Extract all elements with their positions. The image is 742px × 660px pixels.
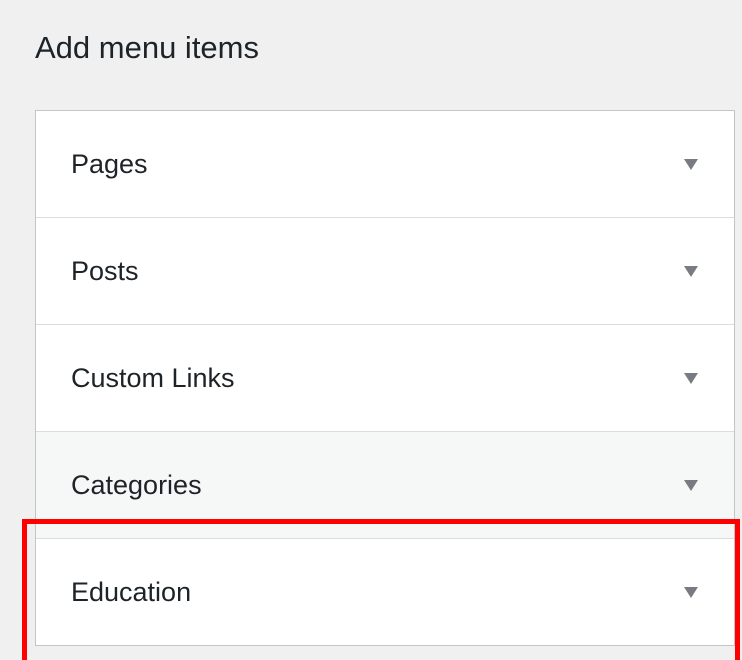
accordion-section-categories[interactable]: Categories xyxy=(36,431,734,538)
section-label-pages: Pages xyxy=(71,149,148,179)
panel-title: Add menu items xyxy=(35,30,259,65)
caret-down-icon[interactable] xyxy=(684,373,698,384)
accordion-section-posts[interactable]: Posts xyxy=(36,217,734,324)
section-label-posts: Posts xyxy=(71,256,139,286)
accordion-section-education[interactable]: Education xyxy=(36,538,734,645)
section-label-custom-links: Custom Links xyxy=(71,363,235,393)
caret-down-icon[interactable] xyxy=(684,159,698,170)
add-menu-items-panel: Add menu items Pages Posts Custom Links … xyxy=(0,0,742,660)
caret-down-icon[interactable] xyxy=(684,587,698,598)
accordion-section-custom-links[interactable]: Custom Links xyxy=(36,324,734,431)
accordion-section-pages[interactable]: Pages xyxy=(36,111,734,217)
menu-items-accordion: Pages Posts Custom Links Categories Educ… xyxy=(35,110,735,646)
caret-down-icon[interactable] xyxy=(684,266,698,277)
caret-down-icon[interactable] xyxy=(684,480,698,491)
section-label-education: Education xyxy=(71,577,192,607)
section-label-categories: Categories xyxy=(71,470,202,500)
